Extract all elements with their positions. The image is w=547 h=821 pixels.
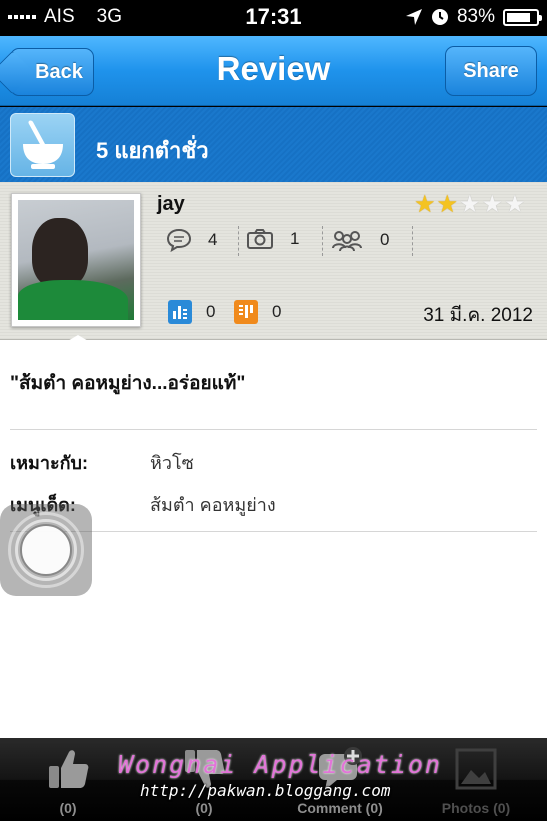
restaurant-name: 5 แยกตำชั่ว bbox=[96, 138, 209, 163]
stat-divider bbox=[412, 226, 413, 256]
dislikes-stat: 0 bbox=[234, 300, 281, 324]
suitable-for-value: หิวโซ bbox=[150, 453, 194, 473]
group-people-icon bbox=[332, 231, 362, 252]
thumbs-up-icon bbox=[49, 750, 89, 788]
friends-count: 0 bbox=[380, 230, 390, 249]
tab-dislike-label: (0) bbox=[195, 800, 213, 816]
comments-count: 4 bbox=[208, 230, 218, 249]
likes-count: 0 bbox=[206, 302, 216, 321]
photo-icon bbox=[455, 748, 497, 790]
stat-divider bbox=[322, 226, 323, 256]
signature-menu-value: ส้มตำ คอหมูย่าง bbox=[150, 495, 276, 515]
review-quote: "ส้มตำ คอหมูย่าง...อร่อยแท้" bbox=[10, 373, 246, 394]
friends-stat: 0 bbox=[330, 228, 389, 252]
star-empty-icon: ★ bbox=[459, 191, 481, 218]
mortar-pestle-icon bbox=[10, 113, 75, 177]
battery-icon bbox=[503, 8, 542, 26]
star-filled-icon: ★ bbox=[414, 191, 436, 218]
star-filled-icon: ★ bbox=[436, 191, 459, 218]
comments-stat: 4 bbox=[166, 228, 217, 252]
assistive-touch-button[interactable] bbox=[0, 504, 92, 596]
photos-stat: 1 bbox=[246, 228, 299, 250]
share-button[interactable]: Share bbox=[445, 46, 537, 96]
like-vote-icon bbox=[168, 300, 192, 324]
watermark-title: Wongnai Application bbox=[118, 750, 442, 779]
suitable-for-label: เหมาะกับ: bbox=[10, 453, 88, 473]
reviewer-avatar[interactable] bbox=[11, 193, 141, 327]
divider bbox=[10, 429, 537, 430]
camera-icon bbox=[247, 229, 273, 249]
dislike-vote-icon bbox=[234, 300, 258, 324]
watermark-url: http://pakwan.bloggang.com bbox=[140, 781, 391, 800]
navigation-bar: Back Review Share bbox=[0, 36, 547, 106]
reviewer-name[interactable]: jay bbox=[157, 193, 185, 216]
alarm-clock-icon bbox=[431, 9, 448, 25]
speech-bubble-icon bbox=[166, 228, 192, 252]
status-bar: AIS 3G 17:31 83% bbox=[0, 0, 547, 36]
star-empty-icon: ★ bbox=[504, 191, 526, 218]
restaurant-header[interactable]: 5 แยกตำชั่ว bbox=[0, 107, 547, 182]
tab-comment-label: Comment (0) bbox=[297, 800, 383, 816]
battery-percent: 83% bbox=[456, 6, 495, 27]
stat-divider bbox=[238, 226, 239, 256]
photos-count: 1 bbox=[290, 229, 300, 248]
status-right: 83% bbox=[405, 6, 542, 28]
location-arrow-icon bbox=[405, 9, 422, 25]
avatar-photo bbox=[18, 200, 134, 320]
tab-like[interactable]: (0) bbox=[0, 738, 136, 821]
dislikes-count: 0 bbox=[272, 302, 282, 321]
tab-photos-label: Photos (0) bbox=[441, 800, 511, 816]
likes-stat: 0 bbox=[168, 300, 215, 324]
star-empty-icon: ★ bbox=[481, 191, 504, 218]
tab-like-label: (0) bbox=[59, 800, 77, 816]
rating-stars: ★ ★ ★ ★ ★ bbox=[414, 193, 526, 217]
back-button[interactable]: Back bbox=[10, 48, 94, 96]
review-date: 31 มี.ค. 2012 bbox=[423, 305, 533, 326]
